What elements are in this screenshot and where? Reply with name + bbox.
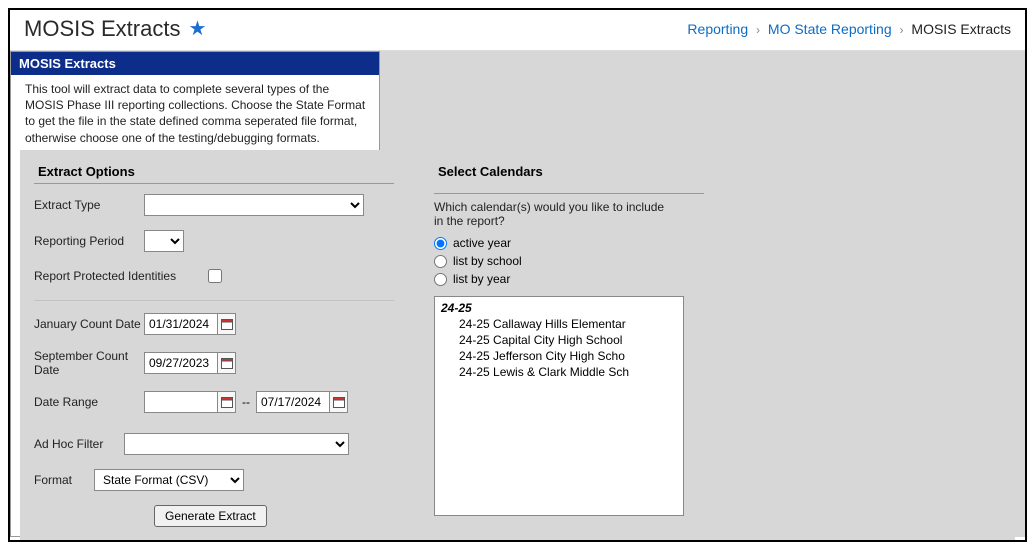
- breadcrumb-current: MOSIS Extracts: [911, 21, 1011, 37]
- calendar-mode-active-radio[interactable]: [434, 237, 447, 250]
- calendar-icon[interactable]: [329, 392, 347, 412]
- adhoc-filter-label: Ad Hoc Filter: [34, 437, 124, 451]
- protected-identities-label: Report Protected Identities: [34, 269, 204, 283]
- panel-title: MOSIS Extracts: [11, 52, 379, 75]
- list-item[interactable]: 24-25 Capital City High School: [459, 333, 677, 347]
- date-range-label: Date Range: [34, 395, 144, 409]
- calendar-year-header[interactable]: 24-25: [441, 301, 677, 315]
- calendar-mode-year-radio[interactable]: [434, 273, 447, 286]
- breadcrumb: Reporting › MO State Reporting › MOSIS E…: [687, 21, 1011, 37]
- calendar-mode-school-label: list by school: [453, 254, 522, 268]
- star-icon[interactable]: ★: [188, 19, 206, 39]
- date-range-start-input[interactable]: [145, 393, 217, 411]
- january-count-label: January Count Date: [34, 317, 144, 331]
- september-count-input[interactable]: [145, 354, 217, 372]
- panel-description: This tool will extract data to complete …: [11, 75, 379, 156]
- format-select[interactable]: State Format (CSV): [94, 469, 244, 491]
- calendars-prompt: Which calendar(s) would you like to incl…: [434, 200, 674, 228]
- calendar-icon[interactable]: [217, 314, 235, 334]
- format-label: Format: [34, 473, 94, 487]
- calendar-icon[interactable]: [217, 392, 235, 412]
- reporting-period-label: Reporting Period: [34, 234, 144, 248]
- breadcrumb-link-reporting[interactable]: Reporting: [687, 21, 748, 37]
- list-item[interactable]: 24-25 Lewis & Clark Middle Sch: [459, 365, 677, 379]
- list-item[interactable]: 24-25 Callaway Hills Elementar: [459, 317, 677, 331]
- chevron-right-icon: ›: [900, 23, 904, 37]
- calendar-icon[interactable]: [217, 353, 235, 373]
- list-item[interactable]: 24-25 Jefferson City High Scho: [459, 349, 677, 363]
- generate-extract-button[interactable]: Generate Extract: [154, 505, 267, 527]
- select-calendars-title: Select Calendars: [434, 160, 734, 183]
- extract-type-select[interactable]: [144, 194, 364, 216]
- date-range-end-input[interactable]: [257, 393, 329, 411]
- page-title: MOSIS Extracts: [24, 16, 180, 42]
- range-separator: --: [242, 395, 250, 409]
- september-count-label: September Count Date: [34, 349, 144, 377]
- date-range-start-datepicker[interactable]: [144, 391, 236, 413]
- september-count-datepicker[interactable]: [144, 352, 236, 374]
- extract-options-title: Extract Options: [34, 160, 394, 184]
- calendar-mode-active-label: active year: [453, 236, 511, 250]
- adhoc-filter-select[interactable]: [124, 433, 349, 455]
- protected-identities-checkbox[interactable]: [208, 269, 222, 283]
- date-range-end-datepicker[interactable]: [256, 391, 348, 413]
- reporting-period-select[interactable]: [144, 230, 184, 252]
- extract-type-label: Extract Type: [34, 198, 144, 212]
- chevron-right-icon: ›: [756, 23, 760, 37]
- january-count-input[interactable]: [145, 315, 217, 333]
- calendar-mode-year-label: list by year: [453, 272, 510, 286]
- breadcrumb-link-state[interactable]: MO State Reporting: [768, 21, 892, 37]
- calendar-mode-school-radio[interactable]: [434, 255, 447, 268]
- calendar-listbox[interactable]: 24-25 24-25 Callaway Hills Elementar 24-…: [434, 296, 684, 516]
- january-count-datepicker[interactable]: [144, 313, 236, 335]
